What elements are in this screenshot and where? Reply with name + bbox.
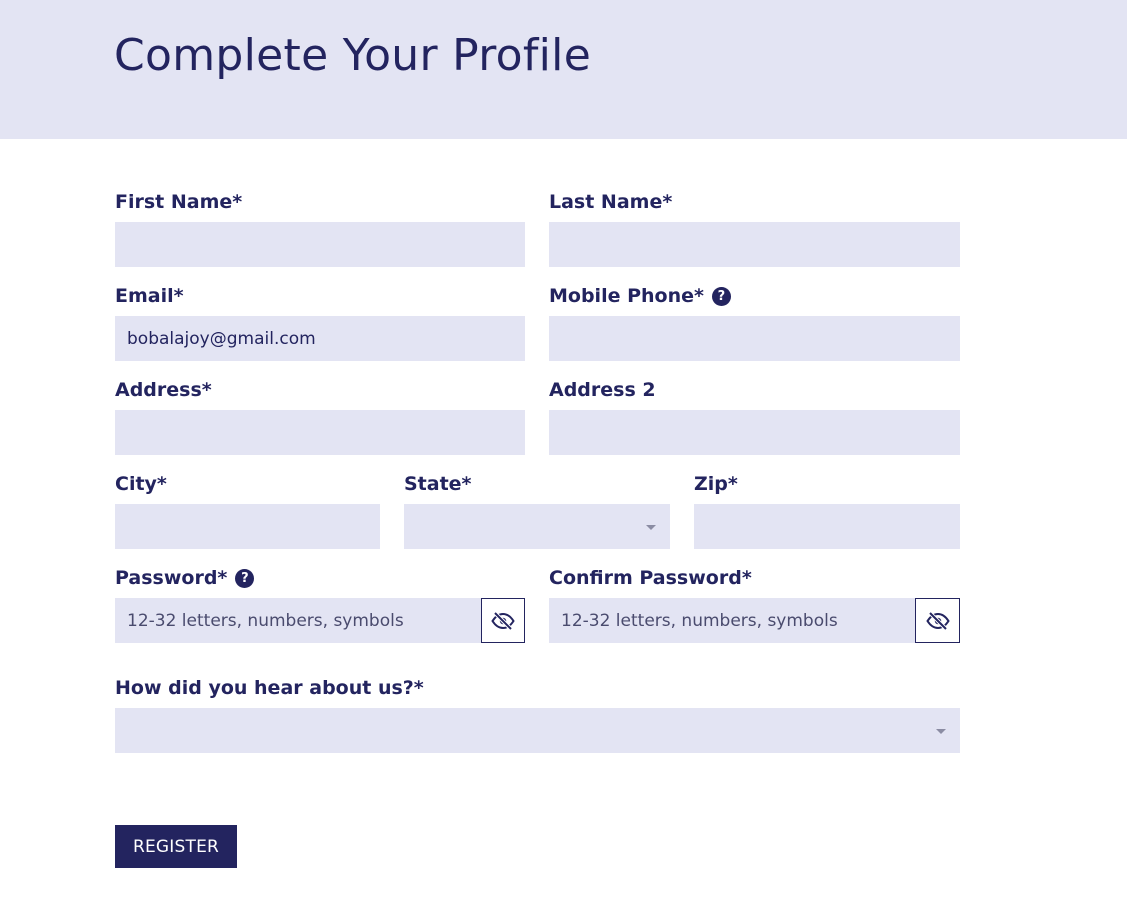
email-label-text: Email* [115, 285, 184, 307]
mobile-phone-label: Mobile Phone* ? [549, 284, 731, 308]
address-input[interactable] [115, 410, 525, 455]
referral-select[interactable] [115, 708, 960, 753]
register-button[interactable]: REGISTER [115, 825, 237, 868]
page-header: Complete Your Profile [0, 0, 1127, 139]
eye-slash-icon [925, 611, 950, 630]
question-circle-icon[interactable]: ? [711, 286, 731, 306]
state-select[interactable] [404, 504, 670, 549]
address-label-text: Address* [115, 379, 212, 401]
last-name-input[interactable] [549, 222, 960, 267]
eye-slash-icon [491, 611, 515, 630]
password-label-text: Password* [115, 567, 228, 589]
address2-input[interactable] [549, 410, 960, 455]
first-name-label: First Name* [115, 190, 242, 214]
question-circle-icon[interactable]: ? [235, 568, 255, 588]
address-label: Address* [115, 378, 212, 402]
first-name-label-text: First Name* [115, 191, 243, 213]
page-title: Complete Your Profile [114, 30, 592, 81]
profile-page: Complete Your Profile First Name* Last N… [0, 0, 1127, 921]
confirm-password-input[interactable] [549, 598, 915, 643]
confirm-password-label-text: Confirm Password* [549, 567, 752, 589]
toggle-password-visibility-button[interactable] [481, 598, 525, 643]
email-label: Email* [115, 284, 184, 308]
caret-down-icon [646, 525, 656, 530]
address2-label-text: Address 2 [549, 379, 656, 401]
toggle-confirm-password-visibility-button[interactable] [915, 598, 960, 643]
zip-label: Zip* [694, 472, 738, 496]
referral-label: How did you hear about us?* [115, 676, 424, 700]
city-label: City* [115, 472, 167, 496]
state-label: State* [404, 472, 472, 496]
address2-label: Address 2 [549, 378, 656, 402]
mobile-phone-input[interactable] [549, 316, 960, 361]
last-name-label: Last Name* [549, 190, 672, 214]
last-name-label-text: Last Name* [549, 191, 673, 213]
mobile-phone-label-text: Mobile Phone* [549, 285, 704, 307]
email-input[interactable] [115, 316, 525, 361]
confirm-password-label: Confirm Password* [549, 566, 752, 590]
first-name-input[interactable] [115, 222, 525, 267]
password-input[interactable] [115, 598, 481, 643]
state-label-text: State* [404, 473, 472, 495]
city-label-text: City* [115, 473, 167, 495]
zip-input[interactable] [694, 504, 960, 549]
city-input[interactable] [115, 504, 380, 549]
zip-label-text: Zip* [694, 473, 738, 495]
caret-down-icon [936, 729, 946, 734]
referral-label-text: How did you hear about us?* [115, 677, 424, 699]
password-label: Password* ? [115, 566, 255, 590]
